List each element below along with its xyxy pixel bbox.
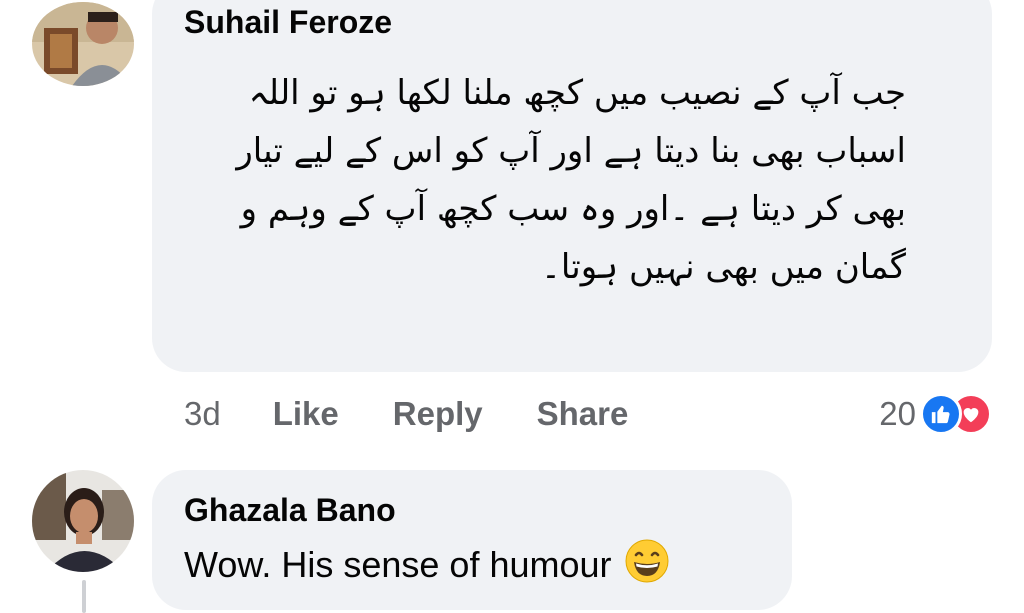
comment-text-line: گمان میں بھی نہیں ہوتا۔: [541, 247, 906, 287]
avatar[interactable]: [32, 2, 134, 86]
comment-text-line: جب آپ کے نصیب میں کچھ ملنا لکھا ہو تو ال…: [248, 73, 906, 113]
comment-author[interactable]: Suhail Feroze: [184, 4, 392, 41]
share-button[interactable]: Share: [537, 395, 629, 433]
comment-text: جب آپ کے نصیب میں کچھ ملنا لکھا ہو تو ال…: [170, 64, 906, 296]
comment-text-content: Wow. His sense of humour: [184, 544, 612, 585]
profile-photo-icon: [32, 2, 134, 86]
avatar[interactable]: [32, 470, 134, 572]
thread-connector-line: [82, 580, 86, 613]
comment-text: Wow. His sense of humour: [184, 538, 670, 593]
comment-text-line: اسباب بھی بنا دیتا ہے اور آپ کو اس کے لی…: [236, 131, 906, 171]
comment-timestamp[interactable]: 3d: [184, 395, 221, 433]
reply-button[interactable]: Reply: [393, 395, 483, 433]
like-button[interactable]: Like: [273, 395, 339, 433]
comments-thread: Suhail Feroze جب آپ کے نصیب میں کچھ ملنا…: [0, 0, 1024, 613]
like-icon: [920, 393, 962, 435]
reaction-summary[interactable]: 20: [879, 390, 992, 438]
grinning-face-smiling-eyes-icon: [624, 538, 670, 593]
profile-photo-icon: [32, 470, 134, 572]
comment-author[interactable]: Ghazala Bano: [184, 492, 396, 529]
comment-actions: 3d Like Reply Share: [184, 390, 682, 438]
comment-text-line: بھی کر دیتا ہے ۔اور وہ سب کچھ آپ کے وہم …: [240, 189, 906, 229]
reaction-count: 20: [879, 395, 916, 432]
